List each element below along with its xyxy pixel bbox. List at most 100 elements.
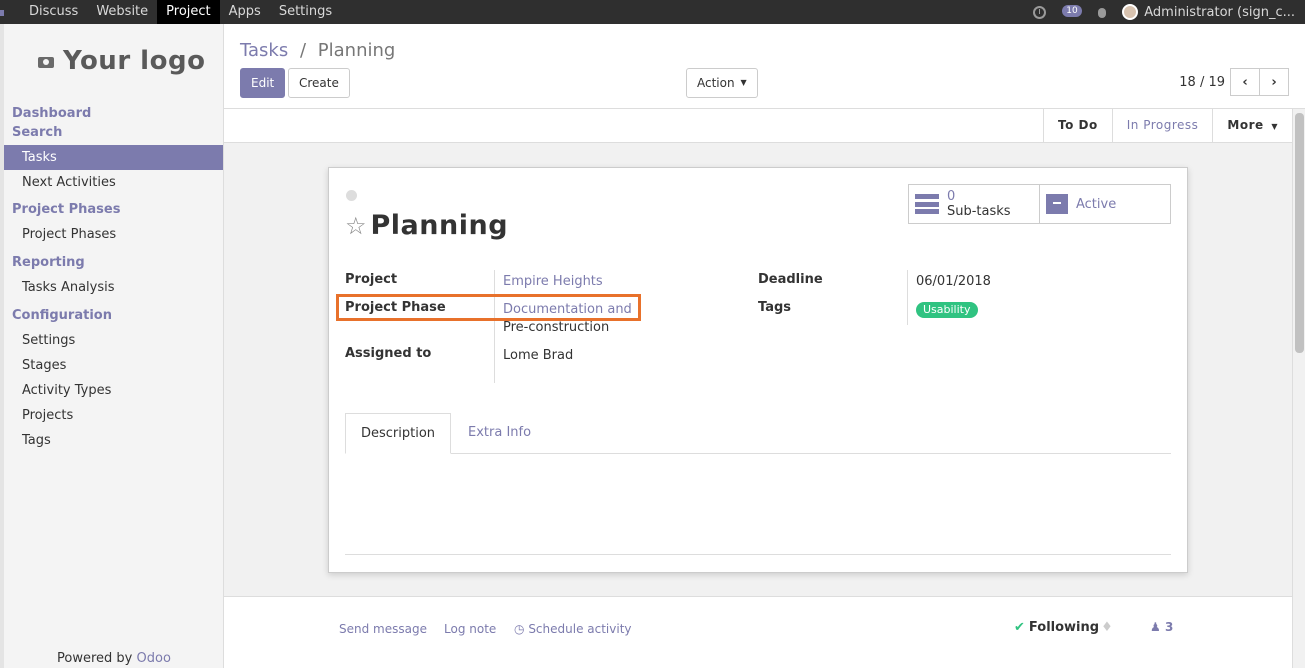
followers-count: 3 bbox=[1164, 620, 1174, 634]
following-label: Following bbox=[1028, 620, 1100, 635]
following-button[interactable]: ✔ Following ♦ bbox=[1014, 620, 1113, 635]
app-switcher-edge[interactable] bbox=[0, 10, 4, 16]
deadline-value[interactable]: 06/01/2018 bbox=[916, 274, 991, 289]
sidebar-section-reporting[interactable]: Reporting bbox=[4, 253, 223, 272]
chevron-right-icon: › bbox=[1271, 74, 1277, 90]
chevron-left-icon: ‹ bbox=[1242, 74, 1248, 90]
avatar bbox=[1122, 4, 1139, 20]
messaging-icon[interactable]: 10 bbox=[1060, 5, 1082, 19]
task-name: Planning bbox=[370, 210, 509, 241]
form-statusbar: To Do In Progress More ▼ bbox=[224, 109, 1292, 143]
tag-badge[interactable]: Usability bbox=[916, 302, 978, 318]
sidebar-section-project-phases[interactable]: Project Phases bbox=[4, 200, 223, 219]
project-phase-link-cont[interactable]: Pre-construction bbox=[503, 320, 609, 335]
sidebar-item-project-phases[interactable]: Project Phases bbox=[4, 222, 223, 247]
activity-clock-icon[interactable] bbox=[1033, 5, 1047, 19]
sidebar-section-configuration[interactable]: Configuration bbox=[4, 306, 223, 325]
project-phase-link[interactable]: Documentation and bbox=[503, 302, 632, 317]
systray: 10 Administrator (sign_c... bbox=[1033, 0, 1295, 24]
field-divider-right bbox=[907, 270, 908, 325]
task-title: ☆ Planning bbox=[345, 210, 508, 241]
caret-down-icon: ▼ bbox=[740, 78, 747, 87]
action-label: Action bbox=[697, 76, 735, 90]
button-box: 0 Sub-tasks Active bbox=[908, 184, 1171, 224]
stage-todo[interactable]: To Do bbox=[1043, 109, 1112, 143]
menu-discuss[interactable]: Discuss bbox=[20, 0, 87, 24]
tab-extra-info[interactable]: Extra Info bbox=[453, 413, 546, 454]
schedule-activity-label: Schedule activity bbox=[528, 622, 632, 636]
followers-button[interactable]: ♟ 3 bbox=[1150, 620, 1173, 634]
subtasks-label: Sub-tasks bbox=[947, 204, 1011, 219]
powered-by: Powered by Odoo bbox=[57, 651, 171, 666]
bell-icon[interactable]: ♦ bbox=[1101, 620, 1113, 635]
kanban-state-dot[interactable] bbox=[346, 190, 357, 201]
sidebar-item-settings[interactable]: Settings bbox=[4, 328, 223, 353]
sidebar: Your logo Dashboard Search Tasks Next Ac… bbox=[0, 24, 224, 668]
archive-icon bbox=[1046, 194, 1068, 214]
sidebar-menu: Dashboard Search Tasks Next Activities P… bbox=[4, 104, 223, 453]
stage-more-dropdown[interactable]: More ▼ bbox=[1212, 109, 1292, 143]
project-link[interactable]: Empire Heights bbox=[503, 274, 603, 289]
log-note-button[interactable]: Log note bbox=[444, 622, 496, 636]
check-icon: ✔ bbox=[1014, 620, 1025, 635]
assigned-to-value[interactable]: Lome Brad bbox=[503, 348, 573, 363]
sidebar-item-tags[interactable]: Tags bbox=[4, 428, 223, 453]
pager-value[interactable]: 18 / 19 bbox=[1179, 75, 1225, 90]
user-name: Administrator (sign_c... bbox=[1144, 4, 1295, 20]
sidebar-section-dashboard[interactable]: Dashboard bbox=[4, 104, 223, 123]
camera-icon bbox=[35, 53, 55, 69]
form-sheet: ☆ Planning 0 Sub-tasks Active Project Em… bbox=[328, 167, 1188, 573]
star-icon[interactable]: ☆ bbox=[345, 212, 367, 240]
subtasks-count: 0 bbox=[947, 189, 956, 204]
clock-icon: ◷ bbox=[514, 622, 525, 636]
active-label: Active bbox=[1076, 196, 1117, 212]
action-dropdown[interactable]: Action ▼ bbox=[686, 68, 758, 98]
sidebar-item-next-activities[interactable]: Next Activities bbox=[4, 170, 223, 195]
menu-apps[interactable]: Apps bbox=[220, 0, 270, 24]
scrollbar-thumb[interactable] bbox=[1295, 113, 1304, 353]
active-toggle-button[interactable]: Active bbox=[1040, 185, 1170, 223]
sidebar-item-tasks-analysis[interactable]: Tasks Analysis bbox=[4, 275, 223, 300]
breadcrumb-tasks[interactable]: Tasks bbox=[240, 40, 288, 61]
scrollbar[interactable] bbox=[1292, 109, 1305, 668]
user-icon: ♟ bbox=[1150, 620, 1161, 634]
send-message-button[interactable]: Send message bbox=[339, 622, 427, 636]
pager: 18 / 19 ‹ › bbox=[1179, 68, 1289, 96]
pager-next-button[interactable]: › bbox=[1259, 68, 1289, 96]
menu-settings[interactable]: Settings bbox=[270, 0, 341, 24]
sidebar-section-search[interactable]: Search bbox=[4, 123, 223, 142]
caret-down-icon: ▼ bbox=[1271, 122, 1278, 131]
assigned-to-label: Assigned to bbox=[345, 346, 432, 361]
chatter: Send message Log note ◷ Schedule activit… bbox=[224, 598, 1292, 668]
menu-project[interactable]: Project bbox=[157, 0, 220, 24]
company-logo[interactable]: Your logo bbox=[35, 46, 205, 76]
schedule-activity-button[interactable]: ◷ Schedule activity bbox=[514, 622, 632, 636]
user-menu[interactable]: Administrator (sign_c... bbox=[1122, 4, 1295, 20]
breadcrumb-current: Planning bbox=[317, 40, 396, 61]
sidebar-item-stages[interactable]: Stages bbox=[4, 353, 223, 378]
menu-website[interactable]: Website bbox=[87, 0, 157, 24]
stage-in-progress[interactable]: In Progress bbox=[1111, 109, 1213, 143]
debug-bug-icon[interactable] bbox=[1096, 5, 1108, 19]
messaging-badge: 10 bbox=[1062, 5, 1082, 17]
tab-description[interactable]: Description bbox=[345, 413, 452, 454]
subtasks-stat: 0 Sub-tasks bbox=[947, 189, 1011, 219]
subtasks-button[interactable]: 0 Sub-tasks bbox=[909, 185, 1040, 223]
sidebar-item-projects[interactable]: Projects bbox=[4, 403, 223, 428]
odoo-link[interactable]: Odoo bbox=[137, 651, 171, 666]
top-navbar: Discuss Website Project Apps Settings 10… bbox=[0, 0, 1305, 24]
powered-by-label: Powered by bbox=[57, 651, 133, 666]
stage-selector: To Do In Progress More ▼ bbox=[1043, 109, 1292, 143]
main-menu: Discuss Website Project Apps Settings bbox=[20, 0, 341, 24]
sidebar-item-activity-types[interactable]: Activity Types bbox=[4, 378, 223, 403]
sidebar-item-tasks[interactable]: Tasks bbox=[4, 145, 223, 170]
project-label: Project bbox=[345, 272, 398, 287]
pager-previous-button[interactable]: ‹ bbox=[1230, 68, 1260, 96]
deadline-label: Deadline bbox=[758, 272, 823, 287]
tags-label: Tags bbox=[758, 300, 792, 315]
logo-text: Your logo bbox=[63, 46, 206, 76]
edit-button[interactable]: Edit bbox=[240, 68, 286, 98]
create-button[interactable]: Create bbox=[288, 68, 350, 98]
control-panel: Tasks / Planning Edit Create Action ▼ 18… bbox=[224, 24, 1305, 109]
tasks-list-icon bbox=[915, 194, 939, 214]
